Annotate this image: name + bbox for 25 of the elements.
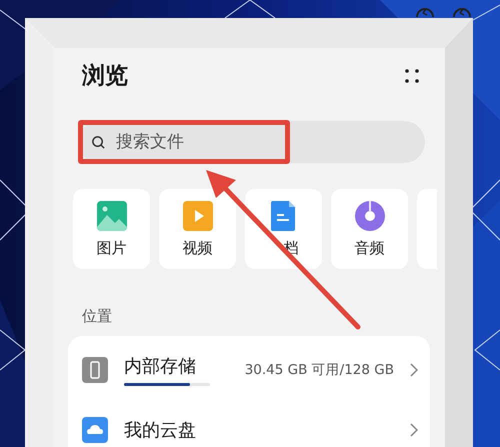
location-name: 我的云盘 — [124, 419, 197, 442]
image-icon — [96, 200, 126, 230]
category-label: 图片 — [96, 238, 126, 258]
section-label: 位置 — [82, 307, 112, 326]
phone-icon — [82, 357, 108, 383]
play-icon — [182, 200, 212, 230]
category-card[interactable]: 音频 — [331, 189, 408, 269]
page-title: 浏览 — [82, 62, 128, 91]
category-card[interactable]: 图片 — [73, 189, 150, 269]
storage-info: 30.45 GB 可用/128 GB — [244, 361, 394, 379]
cloud-icon — [82, 417, 108, 443]
search-bar[interactable]: 搜索文件 — [78, 121, 425, 163]
location-name: 内部存储 — [124, 355, 197, 378]
category-label: 视频 — [182, 238, 212, 258]
chevron-icon — [410, 423, 418, 437]
location-row[interactable]: 内部存储 30.45 GB 可用/128 GB — [82, 340, 418, 400]
search-icon — [91, 134, 106, 150]
grid-dots-icon[interactable] — [404, 68, 420, 84]
category-label: 音频 — [354, 238, 384, 258]
search-input[interactable]: 搜索文件 — [116, 132, 266, 152]
chevron-icon — [410, 363, 418, 377]
highlighted-search-field[interactable]: 搜索文件 — [78, 120, 290, 164]
location-row[interactable]: 我的云盘 — [82, 400, 418, 447]
category-card[interactable]: 视频 — [159, 189, 236, 269]
disc-icon — [354, 200, 384, 230]
